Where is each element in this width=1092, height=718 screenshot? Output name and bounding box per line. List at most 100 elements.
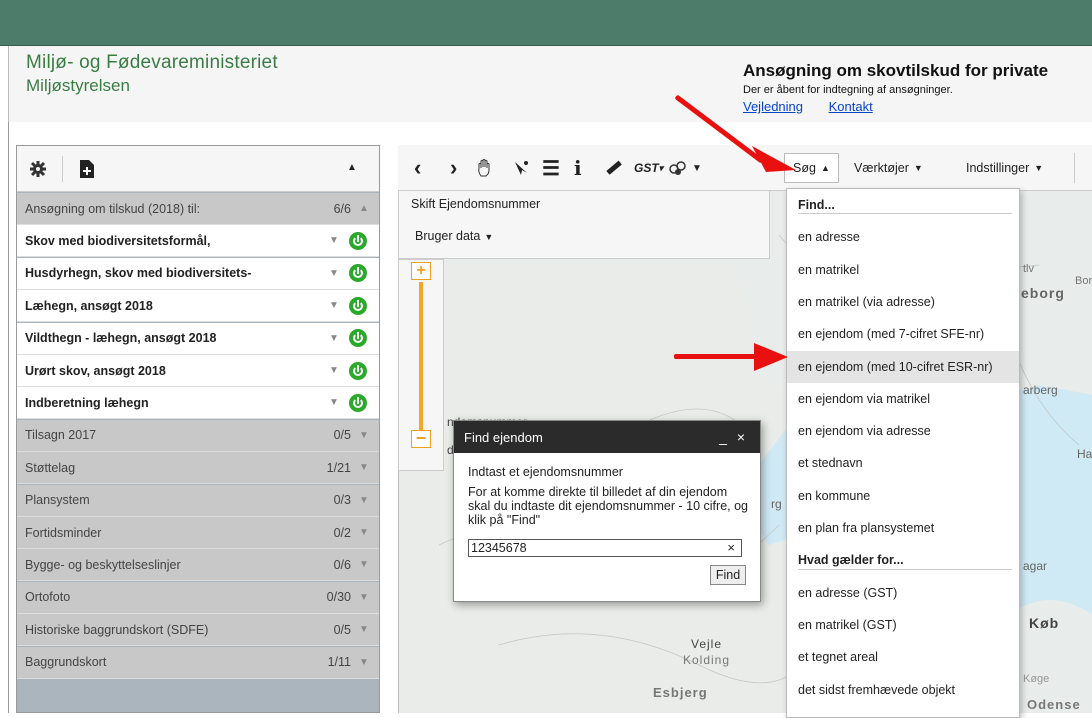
header-links: Vejledning Kontakt — [743, 99, 895, 114]
forward-icon[interactable]: › — [450, 145, 457, 191]
power-toggle-icon[interactable] — [349, 393, 367, 412]
search-menu-label: Søg — [793, 161, 816, 175]
layers-list-icon[interactable]: ☰ — [542, 145, 560, 191]
menu-item[interactable]: en matrikel — [787, 254, 1019, 286]
dialog-title: Find ejendom — [464, 429, 543, 445]
layer-row-label: Fortidsminder — [25, 525, 102, 540]
menu-item[interactable]: en kommune — [787, 480, 1019, 512]
map-label-vejle: Vejle — [691, 637, 723, 651]
contact-link[interactable]: Kontakt — [829, 99, 873, 114]
layer-row[interactable]: Historiske baggrundskort (SDFE) 0/5 ▼ — [17, 614, 379, 647]
menu-item[interactable]: en ejendom via matrikel — [787, 383, 1019, 415]
menu-item[interactable]: et tegnet areal — [787, 641, 1019, 673]
expand-arrow-icon[interactable]: ▼ — [327, 333, 341, 344]
zoom-in-button[interactable]: + — [411, 262, 431, 280]
layer-row[interactable]: Baggrundskort 1/11 ▼ — [17, 646, 379, 679]
expand-arrow-icon[interactable]: ▼ — [357, 527, 371, 538]
power-toggle-icon[interactable] — [349, 329, 367, 348]
map-label-agar: agar — [1023, 559, 1048, 573]
menu-section-header: Hvad gælder for... — [798, 553, 904, 568]
menu-item[interactable]: et stednavn — [787, 447, 1019, 479]
layer-row[interactable]: Urørt skov, ansøgt 2018 ▼ — [17, 355, 379, 387]
layer-row[interactable]: Indberetning læhegn ▼ — [17, 387, 379, 420]
expand-arrow-icon[interactable]: ▼ — [327, 268, 341, 279]
gst-label: GST — [634, 161, 659, 175]
info-select-icon[interactable] — [512, 145, 530, 191]
layer-row-label: Læhegn, ansøgt 2018 — [25, 298, 153, 313]
collapse-up-icon[interactable]: ▲ — [347, 162, 357, 173]
expand-arrow-icon[interactable]: ▼ — [357, 657, 371, 668]
map-label-arberg: arberg — [1023, 383, 1058, 397]
settings-menu-button[interactable]: Indstillinger ▼ — [966, 145, 1043, 191]
layer-panel-toolbar: ▲ — [17, 146, 379, 192]
find-button[interactable]: Find — [710, 565, 746, 585]
expand-arrow-icon[interactable]: ▼ — [357, 624, 371, 635]
layer-row[interactable]: Skov med biodiversitetsformål, ▼ — [17, 225, 379, 258]
zoom-out-button[interactable]: − — [411, 429, 431, 448]
layer-row-label: Historiske baggrundskort (SDFE) — [25, 622, 209, 637]
expand-arrow-icon[interactable]: ▼ — [357, 462, 371, 473]
layer-row-label: Støttelag — [25, 460, 76, 475]
gst-button[interactable]: GST ▾ — [634, 145, 663, 191]
layer-row-count: 1/21 — [326, 460, 351, 475]
layer-row[interactable]: Vildthegn - læhegn, ansøgt 2018 ▼ — [17, 322, 379, 355]
property-number-input[interactable]: 12345678 × — [468, 539, 742, 557]
dialog-heading: Indtast et ejendomsnummer — [468, 465, 623, 479]
layer-row[interactable]: Ortofoto 0/30 ▼ — [17, 581, 379, 614]
layer-row[interactable]: Støttelag 1/21 ▼ — [17, 452, 379, 485]
menu-item[interactable]: en ejendom via adresse — [787, 415, 1019, 447]
power-toggle-icon[interactable] — [349, 296, 367, 315]
layer-row[interactable]: Læhegn, ansøgt 2018 ▼ — [17, 290, 379, 323]
clear-input-icon[interactable]: × — [727, 540, 735, 556]
menu-item[interactable]: en adresse (GST) — [787, 577, 1019, 609]
measure-icon[interactable] — [604, 145, 622, 191]
property-card-title: Skift Ejendomsnummer — [411, 197, 541, 211]
expand-arrow-icon[interactable]: ▼ — [357, 559, 371, 570]
power-toggle-icon[interactable] — [349, 231, 367, 250]
layer-row-count: 6/6 — [333, 201, 351, 216]
collapse-arrow-icon[interactable]: ▲ — [357, 203, 371, 214]
power-toggle-icon[interactable] — [349, 264, 367, 283]
menu-item[interactable]: en plan fra plansystemet — [787, 512, 1019, 544]
layer-row-label: Urørt skov, ansøgt 2018 — [25, 363, 166, 378]
power-toggle-icon[interactable] — [349, 361, 367, 380]
gear-icon[interactable] — [29, 160, 47, 178]
expand-arrow-icon[interactable]: ▼ — [357, 495, 371, 506]
layer-row[interactable]: Plansystem 0/3 ▼ — [17, 484, 379, 517]
tools-bucket-icon[interactable]: ▼ — [668, 145, 702, 191]
layer-row[interactable]: Tilsagn 2017 0/5 ▼ — [17, 419, 379, 452]
add-document-icon[interactable] — [79, 159, 95, 179]
expand-arrow-icon[interactable]: ▼ — [357, 592, 371, 603]
dialog-window-controls[interactable]: _ × — [719, 429, 748, 445]
user-data-dropdown[interactable]: Bruger data ▼ — [415, 229, 493, 243]
layer-row[interactable]: Ansøgning om tilskud (2018) til: 6/6 ▲ — [17, 193, 379, 225]
expand-arrow-icon[interactable]: ▼ — [327, 300, 341, 311]
map-label-odense: Odense — [1027, 697, 1081, 712]
menu-item[interactable]: det sidst fremhævede objekt — [787, 674, 1019, 706]
expand-arrow-icon[interactable]: ▼ — [327, 397, 341, 408]
layer-row[interactable]: Husdyrhegn, skov med biodiversitets- ▼ — [17, 257, 379, 290]
tools-menu-button[interactable]: Værktøjer ▼ — [854, 145, 923, 191]
app-title: Ansøgning om skovtilskud for private — [743, 61, 1049, 80]
menu-item[interactable]: en matrikel (GST) — [787, 609, 1019, 641]
menu-item[interactable]: en matrikel (via adresse) — [787, 286, 1019, 318]
pan-hand-icon[interactable] — [476, 145, 494, 191]
menu-item[interactable]: en adresse — [787, 221, 1019, 253]
menu-item[interactable]: en ejendom (med 10-cifret ESR-nr) — [787, 350, 1019, 383]
layer-row-label: Ortofoto — [25, 590, 71, 605]
layer-row-count: 0/6 — [333, 557, 351, 572]
layer-row[interactable]: Bygge- og beskyttelseslinjer 0/6 ▼ — [17, 549, 379, 582]
expand-arrow-icon[interactable]: ▼ — [327, 235, 341, 246]
menu-item[interactable]: en ejendom (med 7-cifret SFE-nr) — [787, 318, 1019, 350]
zoom-track[interactable] — [419, 282, 423, 430]
property-number-value: 12345678 — [471, 541, 527, 555]
layer-row[interactable]: Fortidsminder 0/2 ▼ — [17, 517, 379, 549]
back-icon[interactable]: ‹ — [414, 145, 421, 191]
layer-row-label: Skov med biodiversitetsformål, — [25, 233, 211, 248]
expand-arrow-icon[interactable]: ▼ — [327, 365, 341, 376]
info-icon[interactable]: i — [574, 145, 582, 191]
layer-row-label: Plansystem — [25, 493, 90, 508]
guide-link[interactable]: Vejledning — [743, 99, 803, 114]
expand-arrow-icon[interactable]: ▼ — [357, 430, 371, 441]
menu-separator — [798, 213, 1012, 215]
